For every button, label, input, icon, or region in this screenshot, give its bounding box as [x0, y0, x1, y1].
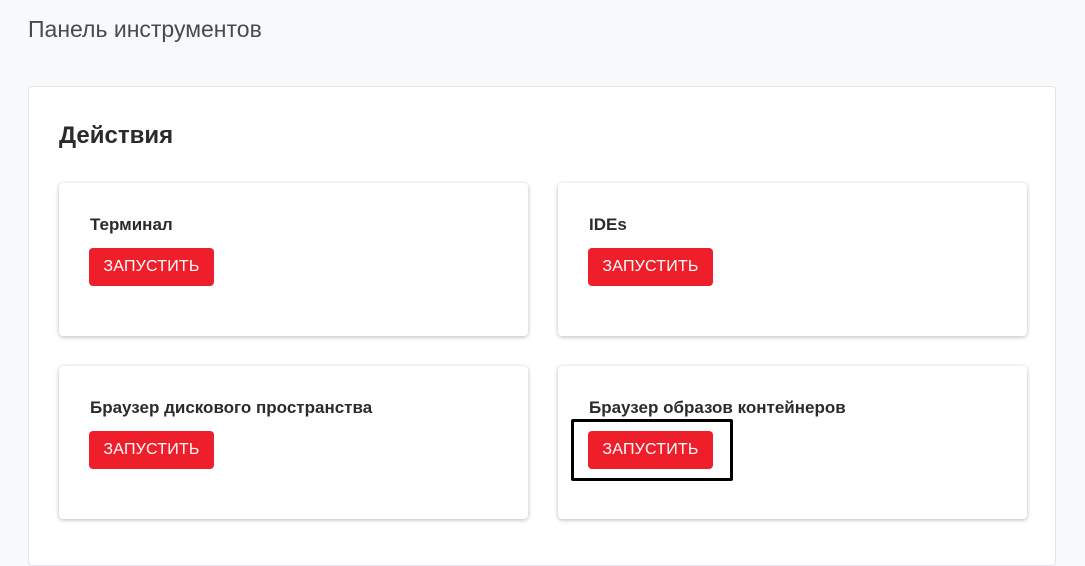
card-title: Браузер образов контейнеров: [589, 398, 846, 417]
card-title: Терминал: [90, 215, 173, 234]
launch-terminal-button[interactable]: ЗАПУСТИТЬ: [89, 248, 214, 286]
launch-disk-browser-button[interactable]: ЗАПУСТИТЬ: [89, 431, 214, 469]
card-ides: IDEs ЗАПУСТИТЬ: [558, 183, 1027, 336]
card-terminal: Терминал ЗАПУСТИТЬ: [59, 183, 528, 336]
card-title: Браузер дискового пространства: [90, 398, 373, 417]
card-container-image-browser: Браузер образов контейнеров ЗАПУСТИТЬ: [558, 366, 1027, 519]
card-title: IDEs: [589, 215, 627, 234]
page-title: Панель инструментов: [28, 16, 262, 42]
launch-container-image-browser-button[interactable]: ЗАПУСТИТЬ: [588, 431, 713, 469]
launch-ides-button[interactable]: ЗАПУСТИТЬ: [588, 248, 713, 286]
card-disk-browser: Браузер дискового пространства ЗАПУСТИТЬ: [59, 366, 528, 519]
panel-title: Действия: [59, 122, 174, 149]
